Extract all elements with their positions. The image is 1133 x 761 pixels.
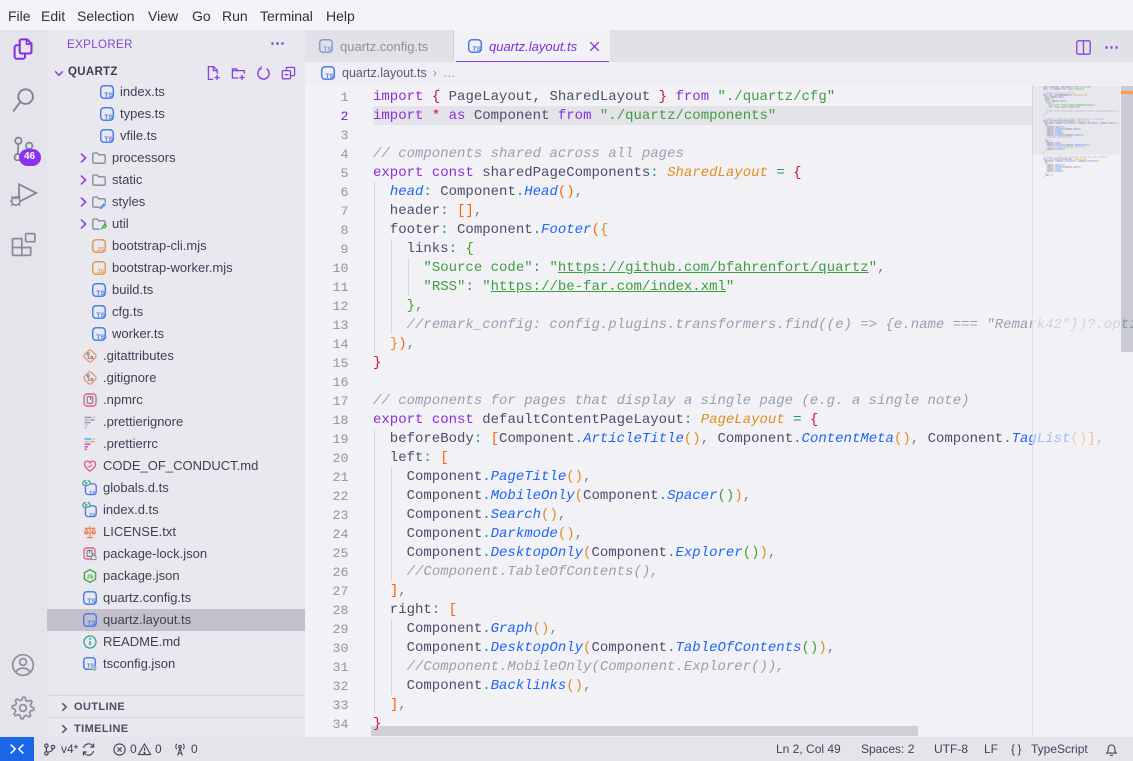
svg-text:TS: TS <box>87 598 96 605</box>
svg-text:TS: TS <box>323 46 332 53</box>
svg-text:JS: JS <box>97 247 104 253</box>
svg-text:TS: TS <box>325 73 334 80</box>
svg-text:JS: JS <box>97 269 104 275</box>
svg-text:TS: TS <box>104 114 113 121</box>
svg-text:TS: TS <box>104 92 113 99</box>
svg-text:TS: TS <box>87 620 96 627</box>
svg-text:TS: TS <box>89 490 96 496</box>
svg-text:JS: JS <box>86 574 93 580</box>
svg-text:TS: TS <box>96 334 105 341</box>
svg-text:TS: TS <box>96 290 105 297</box>
svg-text:TS: TS <box>104 136 113 143</box>
svg-text:TS: TS <box>96 312 105 319</box>
svg-text:TS: TS <box>472 46 481 53</box>
svg-text:TS: TS <box>89 512 96 518</box>
